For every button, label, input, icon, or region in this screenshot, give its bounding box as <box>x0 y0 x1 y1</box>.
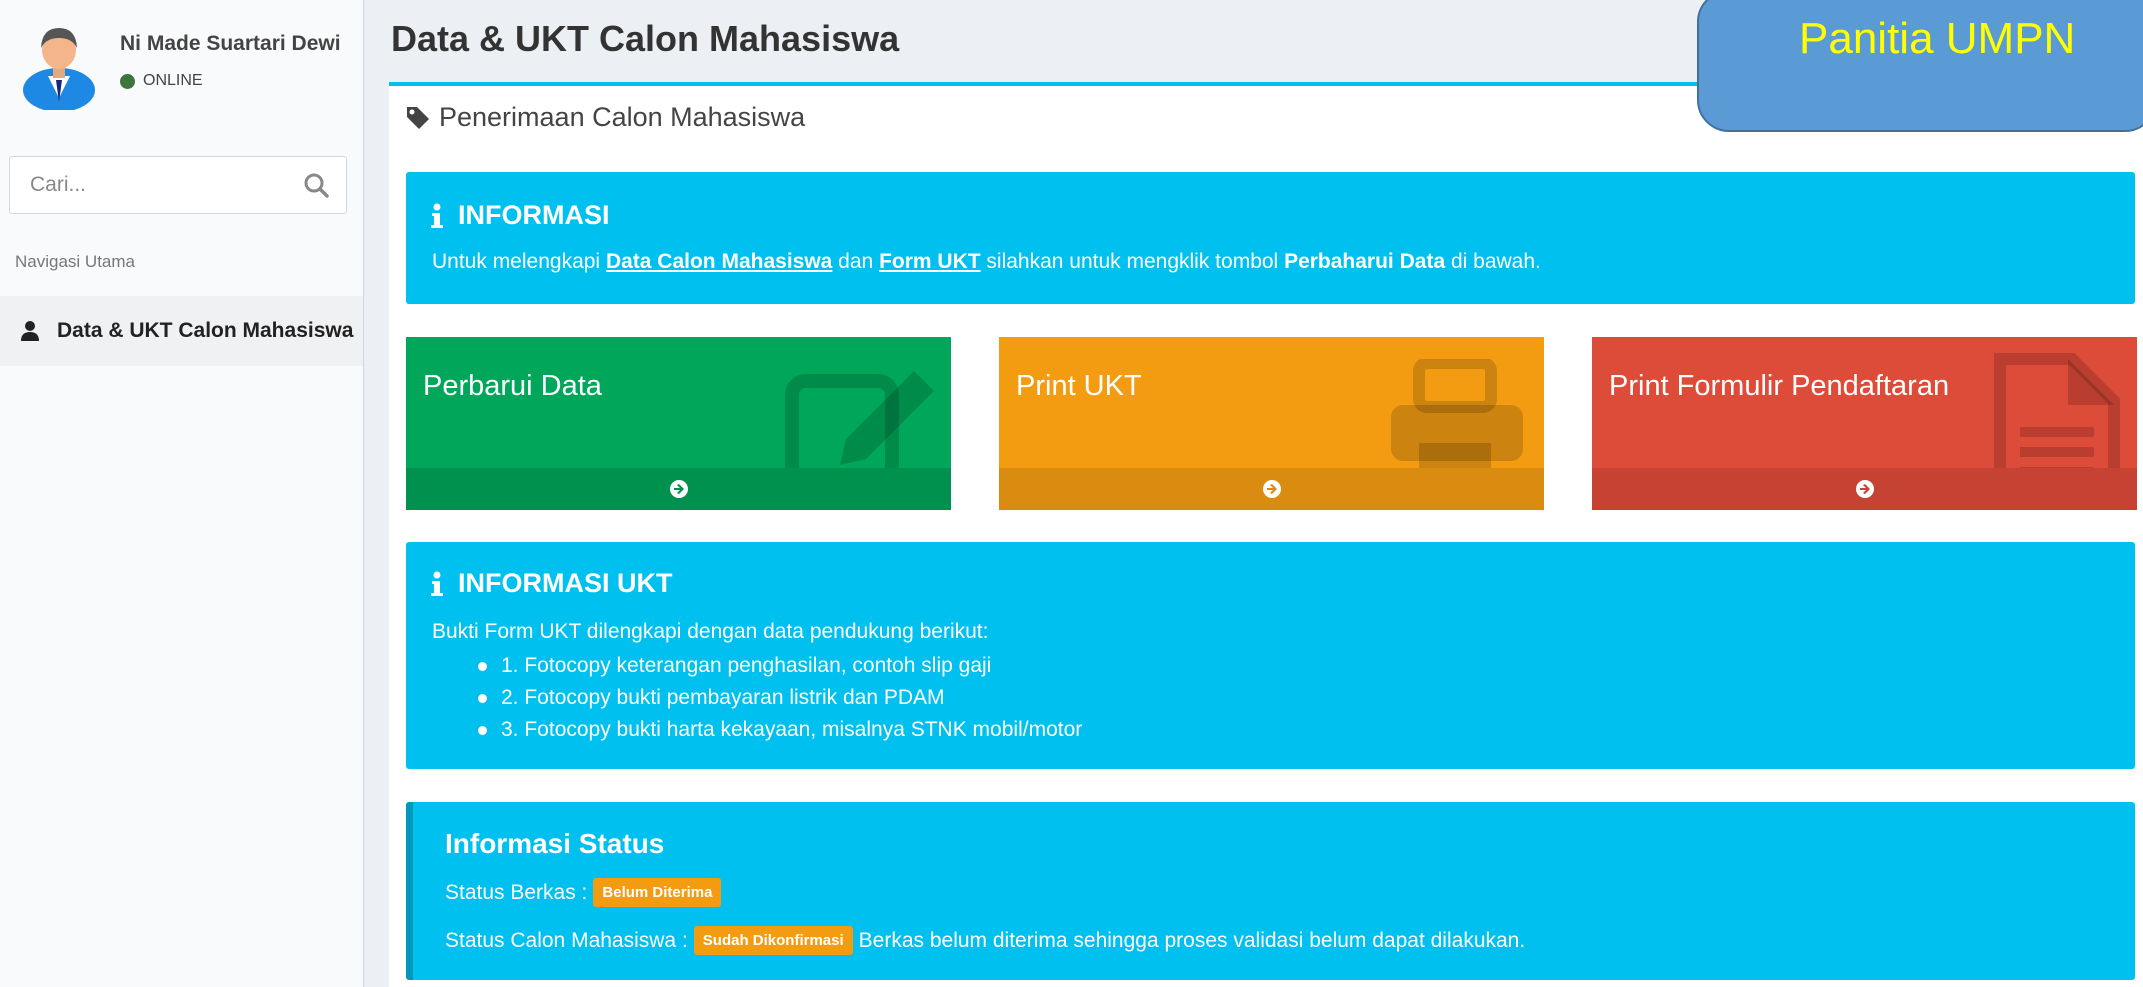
user-name: Ni Made Suartari Dewi <box>120 32 341 55</box>
online-status-icon <box>120 73 135 89</box>
status-heading: Informasi Status <box>445 828 665 859</box>
update-data-tile[interactable]: Perbarui Data <box>406 337 951 510</box>
info-icon <box>431 571 443 596</box>
arrow-circle-right-icon <box>1262 480 1281 498</box>
nav-header: Navigasi Utama <box>15 252 135 271</box>
user-status-label: ONLINE <box>143 72 203 89</box>
user-panel: Ni Made Suartari Dewi ONLINE <box>20 18 350 128</box>
print-formulir-tile[interactable]: Print Formulir Pendaftaran <box>1592 337 2137 510</box>
info-ukt-heading-label: INFORMASI UKT <box>458 568 673 598</box>
sidebar-item-label: Data & UKT Calon Mahasiswa <box>57 319 354 342</box>
status-berkas-row: Status Berkas : Belum Diterima <box>445 878 722 907</box>
info-text-mid: silahkan untuk mengklik tombol <box>980 250 1285 273</box>
info-ukt-callout: INFORMASI UKT Bukti Form UKT dilengkapi … <box>406 542 2135 769</box>
info-text: Untuk melengkapi Data Calon Mahasiswa da… <box>432 250 1541 274</box>
bullet-icon <box>478 661 487 671</box>
list-item-text: 2. Fotocopy bukti pembayaran listrik dan… <box>501 686 945 709</box>
print-formulir-label: Print Formulir Pendaftaran <box>1609 370 1950 402</box>
print-ukt-tile[interactable]: Print UKT <box>999 337 1544 510</box>
info-callout: INFORMASI Untuk melengkapi Data Calon Ma… <box>406 172 2135 304</box>
data-calon-link[interactable]: Data Calon Mahasiswa <box>606 250 832 273</box>
print-ukt-label: Print UKT <box>1016 370 1142 402</box>
status-calon-label: Status Calon Mahasiswa : <box>445 928 688 952</box>
arrow-circle-right-icon <box>1855 480 1874 498</box>
status-badge: Sudah Dikonfirmasi <box>693 926 853 955</box>
info-ukt-list: 1. Fotocopy keterangan penghasilan, cont… <box>478 650 1082 746</box>
status-callout: Informasi Status Status Berkas : Belum D… <box>406 802 2135 980</box>
arrow-circle-right-icon <box>669 480 688 498</box>
user-icon <box>21 321 39 341</box>
status-badge: Belum Diterima <box>593 878 722 907</box>
tile-footer[interactable] <box>1592 468 2137 510</box>
status-berkas-label: Status Berkas : <box>445 880 588 904</box>
annotation-text: Panitia UMPN <box>1799 14 2076 63</box>
update-data-label: Perbarui Data <box>423 370 602 402</box>
info-heading-label: INFORMASI <box>458 200 610 230</box>
list-item: 2. Fotocopy bukti pembayaran listrik dan… <box>478 682 1082 714</box>
sidebar: Ni Made Suartari Dewi ONLINE Navigasi Ut… <box>0 0 364 987</box>
list-item: 1. Fotocopy keterangan penghasilan, cont… <box>478 650 1082 682</box>
info-text-pre: Untuk melengkapi <box>432 250 606 273</box>
tile-footer[interactable] <box>999 468 1544 510</box>
annotation-callout: Panitia UMPN <box>1697 0 2143 132</box>
list-item: 3. Fotocopy bukti harta kekayaan, misaln… <box>478 714 1082 746</box>
bullet-icon <box>478 693 487 703</box>
form-ukt-link[interactable]: Form UKT <box>879 250 981 273</box>
search-input[interactable] <box>10 157 290 213</box>
page-title: Data & UKT Calon Mahasiswa <box>391 18 900 59</box>
box-title: Penerimaan Calon Mahasiswa <box>405 102 805 133</box>
box-title-label: Penerimaan Calon Mahasiswa <box>439 102 806 132</box>
status-calon-note: Berkas belum diterima sehingga proses va… <box>858 928 1526 952</box>
tag-icon <box>407 106 429 129</box>
sidebar-item-data-ukt[interactable]: Data & UKT Calon Mahasiswa <box>0 296 363 366</box>
list-item-text: 1. Fotocopy keterangan penghasilan, cont… <box>501 654 992 677</box>
search-icon[interactable] <box>302 171 332 201</box>
tile-footer[interactable] <box>406 468 951 510</box>
info-ukt-intro: Bukti Form UKT dilengkapi dengan data pe… <box>432 620 989 643</box>
user-status: ONLINE <box>120 72 203 90</box>
list-item-text: 3. Fotocopy bukti harta kekayaan, misaln… <box>501 718 1083 741</box>
status-calon-row: Status Calon Mahasiswa : Sudah Dikonfirm… <box>445 926 1525 955</box>
info-text-post: di bawah. <box>1445 250 1541 273</box>
info-button-name: Perbaharui Data <box>1284 250 1446 273</box>
info-heading: INFORMASI <box>430 200 610 231</box>
info-ukt-heading: INFORMASI UKT <box>430 568 672 599</box>
avatar <box>23 28 95 110</box>
sidebar-search-form <box>9 156 347 214</box>
info-text-and: dan <box>832 250 880 273</box>
bullet-icon <box>478 725 487 735</box>
info-icon <box>431 203 443 228</box>
